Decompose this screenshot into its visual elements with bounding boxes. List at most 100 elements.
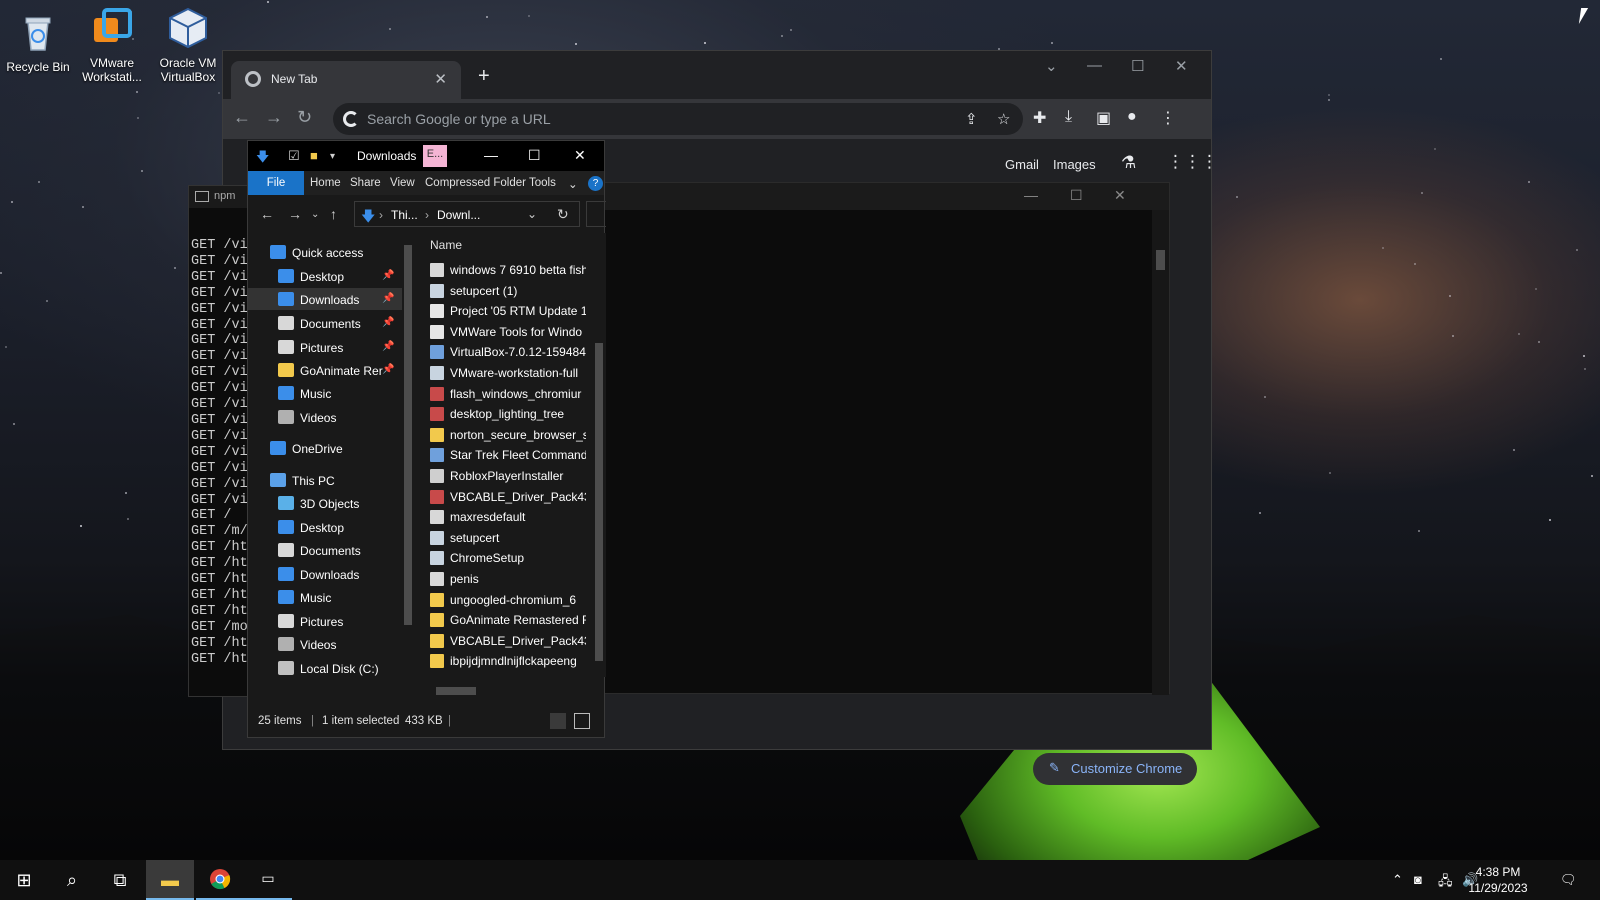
bookmark-star-icon[interactable]: ☆	[997, 110, 1010, 128]
customize-chrome-button[interactable]: ✎ Customize Chrome	[1033, 753, 1197, 785]
breadcrumb-this-pc[interactable]: Thi...	[391, 208, 418, 222]
extract-context-tab[interactable]: E...	[423, 145, 447, 167]
breadcrumb-downloads[interactable]: Downl...	[437, 208, 480, 222]
minimize-button[interactable]: —	[1024, 187, 1038, 203]
details-view-icon[interactable]	[550, 713, 566, 729]
nav-item-documents[interactable]: Documents 📌	[248, 312, 402, 334]
file-row[interactable]: desktop_lighting_tree	[430, 407, 586, 428]
desktop-icon-virtualbox[interactable]: Oracle VM VirtualBox	[152, 6, 224, 84]
file-row[interactable]: norton_secure_browser_s	[430, 427, 586, 449]
nav-item-pictures[interactable]: Pictures	[248, 610, 402, 632]
nav-item-videos[interactable]: Videos	[248, 633, 402, 655]
expand-ribbon-icon[interactable]: ⌄	[568, 171, 578, 195]
desktop-icon-vmware[interactable]: VMware Workstati...	[76, 6, 148, 84]
meet-now-icon[interactable]: ◙	[1414, 872, 1422, 887]
back-button[interactable]: ←	[233, 107, 251, 128]
download-icon[interactable]: ⤓	[1065, 108, 1072, 126]
terminal-window[interactable]: npm GET /vi GET /vi GET /vi GET /vi GET /vi G…	[188, 185, 248, 697]
ribbon-tab-view[interactable]: View	[390, 171, 415, 195]
scrollbar-thumb[interactable]	[436, 687, 476, 695]
recent-locations-icon[interactable]: ⌄	[311, 209, 319, 220]
vertical-scrollbar[interactable]	[1152, 210, 1169, 695]
file-row[interactable]: ChromeSetup	[430, 551, 586, 572]
blank-dark-window[interactable]: — ☐ ✕	[585, 182, 1170, 695]
navigation-scrollbar[interactable]	[402, 233, 414, 697]
file-row[interactable]: VirtualBox-7.0.12-159484-	[430, 345, 586, 366]
nav-item-quick-access[interactable]: Quick access	[248, 241, 402, 263]
horizontal-scrollbar[interactable]	[428, 685, 588, 697]
share-icon[interactable]: ⇪	[965, 110, 978, 128]
nav-item-documents[interactable]: Documents	[248, 539, 402, 561]
nav-item-music[interactable]: Music	[248, 382, 402, 404]
search-box[interactable]	[586, 201, 606, 227]
new-tab-button[interactable]: +	[478, 65, 490, 88]
file-row[interactable]: VBCABLE_Driver_Pack43	[430, 633, 586, 655]
scrollbar-thumb[interactable]	[595, 343, 603, 661]
minimize-button[interactable]: —	[1087, 57, 1102, 74]
notifications-icon[interactable]: 🗨	[1560, 872, 1577, 888]
nav-item-desktop[interactable]: Desktop	[248, 516, 402, 538]
file-row[interactable]: VMWare Tools for Windo	[430, 324, 586, 346]
nav-item-desktop[interactable]: Desktop 📌	[248, 265, 402, 287]
nav-item-3d-objects[interactable]: 3D Objects	[248, 492, 402, 514]
nav-item-music[interactable]: Music	[248, 586, 402, 608]
column-header-name[interactable]: Name	[430, 238, 462, 252]
up-button[interactable]: ↑	[330, 206, 337, 222]
customize-qat-icon[interactable]: ▾	[330, 151, 335, 162]
file-row[interactable]: maxresdefault	[430, 510, 586, 531]
file-row[interactable]: GoAnimate Remastered F	[430, 613, 586, 634]
file-row[interactable]: ibpijdjmndlnijflckapeeng	[430, 654, 586, 675]
nav-item-local-disk-c[interactable]: Local Disk (C:)	[248, 657, 402, 679]
ribbon-tab-file[interactable]: File	[248, 171, 304, 195]
tab-search-icon[interactable]: ⌄	[1045, 57, 1058, 75]
file-row[interactable]: VMware-workstation-full	[430, 366, 586, 387]
maximize-button[interactable]: ☐	[1070, 187, 1083, 204]
maximize-button[interactable]: ☐	[1131, 57, 1144, 75]
minimize-button[interactable]: —	[484, 147, 498, 163]
file-row[interactable]: ungoogled-chromium_6	[430, 592, 586, 614]
refresh-icon[interactable]: ↻	[557, 206, 569, 223]
maximize-button[interactable]: ☐	[528, 147, 541, 164]
close-window-button[interactable]: ✕	[574, 147, 586, 164]
nav-item-pictures[interactable]: Pictures 📌	[248, 336, 402, 358]
start-button[interactable]: ⊞	[0, 860, 48, 900]
file-row[interactable]: VBCABLE_Driver_Pack43	[430, 489, 586, 511]
profile-icon[interactable]: ●	[1127, 108, 1137, 126]
omnibox[interactable]: Search Google or type a URL ⇪ ☆	[333, 103, 1023, 135]
nav-item-goanimate-rer[interactable]: GoAnimate Rer 📌	[248, 359, 402, 381]
side-panel-icon[interactable]: ▣	[1096, 108, 1111, 128]
scrollbar-thumb[interactable]	[404, 245, 412, 625]
file-row[interactable]: Star Trek Fleet Command	[430, 448, 586, 469]
address-bar[interactable]: 🡇 › Thi... › Downl... ⌄ ↻	[354, 201, 580, 227]
labs-icon[interactable]: ⚗	[1121, 153, 1136, 173]
search-icon[interactable]: ⌕	[48, 860, 96, 900]
ribbon-tab-home[interactable]: Home	[310, 171, 341, 195]
nav-item-videos[interactable]: Videos	[248, 406, 402, 428]
close-window-button[interactable]: ✕	[1114, 187, 1126, 204]
file-row[interactable]: penis	[430, 572, 586, 593]
scrollbar-thumb[interactable]	[1156, 250, 1165, 270]
forward-button[interactable]: →	[265, 107, 283, 128]
extensions-icon[interactable]: ✚	[1033, 108, 1046, 128]
chrome-tab-new-tab[interactable]: New Tab ✕	[231, 61, 461, 99]
file-explorer-window[interactable]: 🡇 ☑ ■ ▾ Downloads E... — ☐ ✕ File Home S…	[247, 140, 606, 738]
file-row[interactable]: flash_windows_chromiur	[430, 386, 586, 408]
desktop-icon-recycle-bin[interactable]: Recycle Bin	[2, 10, 74, 74]
nav-item-downloads[interactable]: Downloads	[248, 563, 402, 585]
file-row[interactable]: setupcert	[430, 530, 586, 552]
ribbon-tab-share[interactable]: Share	[350, 171, 381, 195]
nav-item-downloads[interactable]: Downloads 📌	[248, 288, 402, 310]
images-link[interactable]: Images	[1053, 157, 1096, 172]
file-row[interactable]: RobloxPlayerInstaller	[430, 469, 586, 490]
forward-button[interactable]: →	[288, 206, 302, 222]
reload-button[interactable]: ↻	[297, 107, 312, 128]
terminal-taskbar-icon[interactable]: ▭	[244, 860, 292, 900]
nav-item-onedrive[interactable]: OneDrive	[248, 437, 402, 459]
menu-icon[interactable]: ⋮	[1160, 108, 1176, 128]
network-icon[interactable]: 🖧	[1438, 872, 1453, 894]
nav-item-this-pc[interactable]: This PC	[248, 469, 402, 491]
apps-grid-icon[interactable]: ⋮⋮⋮	[1167, 152, 1218, 172]
properties-icon[interactable]: ☑	[288, 148, 300, 164]
show-hidden-icons-icon[interactable]: ⌃	[1392, 872, 1403, 888]
close-tab-icon[interactable]: ✕	[434, 70, 447, 88]
